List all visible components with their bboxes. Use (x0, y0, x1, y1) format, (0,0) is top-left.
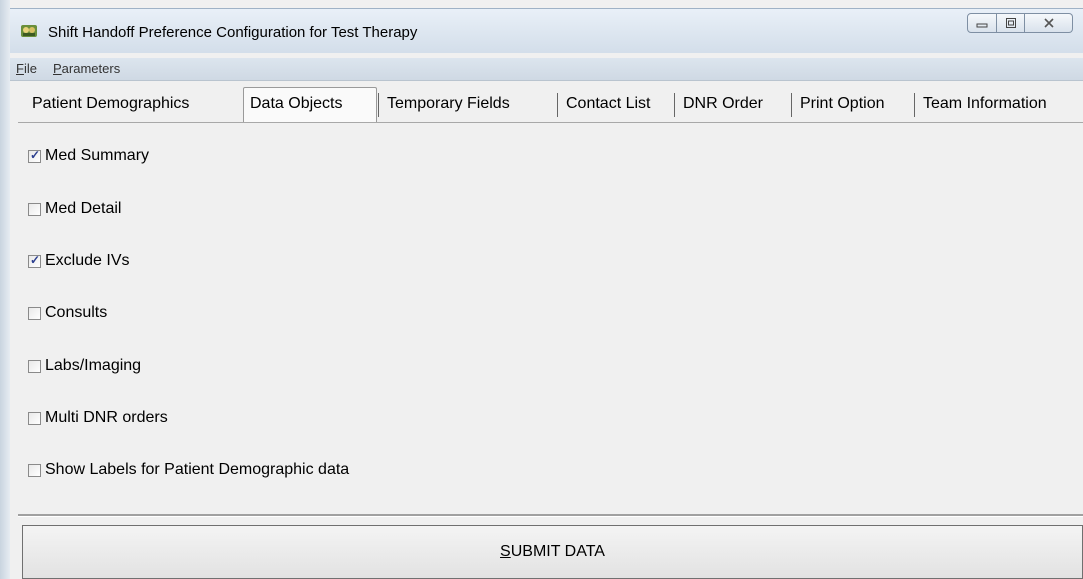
tab-separator (791, 93, 792, 117)
tab-separator (674, 93, 675, 117)
option-med-detail[interactable]: Med Detail (28, 199, 121, 219)
menu-parameters[interactable]: Parameters (53, 61, 120, 76)
maximize-icon (1005, 18, 1016, 28)
check-mark-icon: ✓ (30, 252, 41, 267)
menu-file-label: ile (23, 61, 37, 76)
data-objects-panel (18, 122, 1083, 515)
tab-strip: Patient Demographics Data Objects Tempor… (18, 87, 1083, 123)
close-icon (1043, 18, 1054, 28)
minimize-icon (976, 23, 988, 28)
menu-parameters-access-key: P (53, 61, 62, 76)
maximize-button[interactable] (997, 13, 1025, 33)
tab-temporary-fields[interactable]: Temporary Fields (381, 88, 516, 120)
minimize-button[interactable] (967, 13, 997, 33)
menu-bar: File Parameters (10, 58, 1083, 81)
option-label: Show Labels for Patient Demographic data (45, 461, 350, 478)
option-label: Med Summary (45, 147, 150, 164)
option-labs-imaging[interactable]: Labs/Imaging (28, 356, 141, 376)
option-label: Exclude IVs (45, 252, 130, 269)
title-bar[interactable]: Shift Handoff Preference Configuration f… (10, 8, 1083, 53)
option-show-labels[interactable]: Show Labels for Patient Demographic data (28, 460, 349, 480)
option-med-summary[interactable]: ✓ Med Summary (28, 146, 149, 166)
option-multi-dnr-orders[interactable]: Multi DNR orders (28, 408, 168, 428)
window-controls (967, 13, 1073, 35)
checkbox[interactable] (28, 306, 41, 320)
handoff-app-icon (21, 25, 37, 37)
option-consults[interactable]: Consults (28, 303, 107, 323)
checkbox[interactable] (28, 202, 41, 216)
divider (18, 514, 1083, 517)
option-label: Multi DNR orders (45, 409, 168, 426)
checkbox[interactable] (28, 463, 41, 477)
menu-file-access-key: F (16, 61, 24, 76)
tab-patient-demographics[interactable]: Patient Demographics (26, 88, 195, 120)
tab-print-option[interactable]: Print Option (794, 88, 890, 120)
desktop-edge (0, 0, 10, 579)
checkbox[interactable]: ✓ (28, 252, 41, 268)
tab-separator (378, 93, 379, 117)
checkbox[interactable] (28, 359, 41, 373)
option-label: Labs/Imaging (45, 357, 142, 374)
tab-team-information[interactable]: Team Information (917, 88, 1053, 120)
submit-data-button[interactable]: S UBMIT DATA (22, 525, 1083, 579)
tab-data-objects[interactable]: Data Objects (243, 87, 377, 123)
window-title: Shift Handoff Preference Configuration f… (48, 24, 418, 41)
checkbox[interactable]: ✓ (28, 147, 41, 163)
check-mark-icon: ✓ (30, 147, 41, 162)
tab-dnr-order[interactable]: DNR Order (677, 88, 769, 120)
option-label: Med Detail (45, 200, 122, 217)
option-label: Consults (45, 304, 108, 321)
menu-file[interactable]: File (16, 61, 37, 76)
close-button[interactable] (1025, 13, 1073, 33)
checkbox[interactable] (28, 411, 41, 425)
tab-separator (557, 93, 558, 117)
menu-parameters-label: arameters (61, 61, 121, 76)
app-window: Shift Handoff Preference Configuration f… (0, 0, 1083, 579)
option-exclude-ivs[interactable]: ✓ Exclude IVs (28, 251, 129, 271)
submit-label-rest: UBMIT DATA (510, 543, 605, 560)
tab-contact-list[interactable]: Contact List (560, 88, 656, 120)
submit-access-key: S (500, 543, 511, 560)
tab-separator (914, 93, 915, 117)
